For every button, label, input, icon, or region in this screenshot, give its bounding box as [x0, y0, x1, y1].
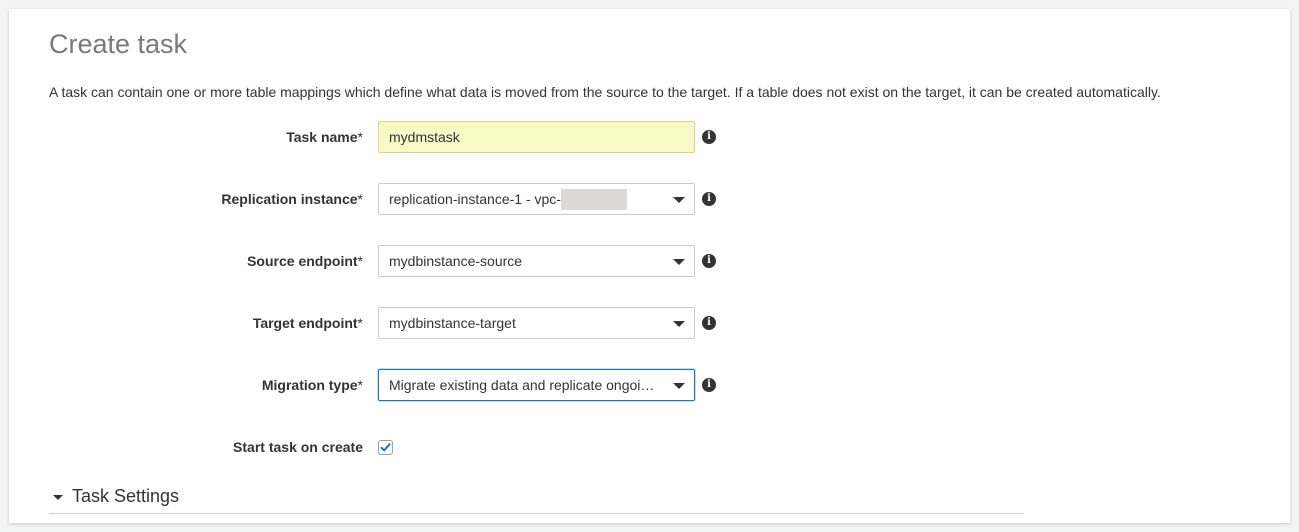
chevron-down-icon — [673, 383, 685, 389]
info-icon[interactable]: i — [702, 130, 716, 144]
required-marker: * — [357, 315, 363, 331]
chevron-down-icon — [673, 197, 685, 203]
migration-type-select[interactable]: Migrate existing data and replicate ongo… — [378, 369, 695, 401]
section-divider — [49, 513, 1024, 514]
chevron-down-icon — [673, 321, 685, 327]
migration-type-label: Migration type* — [262, 369, 363, 401]
replication-instance-select[interactable]: replication-instance-1 - vpc- — [378, 183, 695, 215]
source-endpoint-label: Source endpoint* — [247, 245, 363, 277]
task-settings-title: Task Settings — [72, 486, 180, 506]
target-endpoint-label-text: Target endpoint — [252, 315, 358, 331]
chevron-down-icon — [673, 259, 685, 265]
replication-instance-label-text: Replication instance — [221, 191, 358, 207]
target-endpoint-row: Target endpoint* mydbinstance-target i — [9, 307, 769, 339]
task-name-input[interactable] — [378, 121, 695, 153]
info-icon[interactable]: i — [702, 254, 716, 268]
redacted-vpc-id — [560, 188, 627, 210]
info-icon[interactable]: i — [702, 378, 716, 392]
source-endpoint-select[interactable]: mydbinstance-source — [378, 245, 695, 277]
start-task-row: Start task on create — [9, 431, 769, 463]
task-name-label: Task name* — [286, 121, 363, 153]
target-endpoint-select[interactable]: mydbinstance-target — [378, 307, 695, 339]
info-icon[interactable]: i — [702, 316, 716, 330]
replication-instance-value: replication-instance-1 - vpc- — [389, 191, 561, 207]
target-endpoint-value: mydbinstance-target — [389, 315, 516, 331]
task-name-label-text: Task name — [286, 129, 358, 145]
required-marker: * — [357, 377, 363, 393]
migration-type-value: Migrate existing data and replicate ongo… — [389, 377, 658, 393]
migration-type-row: Migration type* Migrate existing data an… — [9, 369, 769, 401]
info-icon[interactable]: i — [702, 192, 716, 206]
required-marker: * — [357, 191, 363, 207]
caret-down-icon — [53, 495, 63, 500]
source-endpoint-value: mydbinstance-source — [389, 253, 523, 269]
required-marker: * — [357, 129, 363, 145]
create-task-panel: Create task A task can contain one or mo… — [9, 9, 1290, 523]
target-endpoint-label: Target endpoint* — [253, 307, 363, 339]
task-name-row: Task name* i — [9, 121, 769, 153]
source-endpoint-row: Source endpoint* mydbinstance-source i — [9, 245, 769, 277]
required-marker: * — [357, 253, 363, 269]
source-endpoint-label-text: Source endpoint — [247, 253, 358, 269]
replication-instance-label: Replication instance* — [221, 183, 363, 215]
page-title: Create task — [49, 29, 188, 59]
checkmark-icon — [380, 443, 391, 452]
start-task-on-create-label: Start task on create — [233, 439, 363, 455]
replication-instance-row: Replication instance* replication-instan… — [9, 183, 769, 215]
migration-type-label-text: Migration type — [261, 377, 358, 393]
start-task-on-create-checkbox[interactable] — [378, 440, 393, 455]
page-description: A task can contain one or more table map… — [49, 84, 1161, 100]
